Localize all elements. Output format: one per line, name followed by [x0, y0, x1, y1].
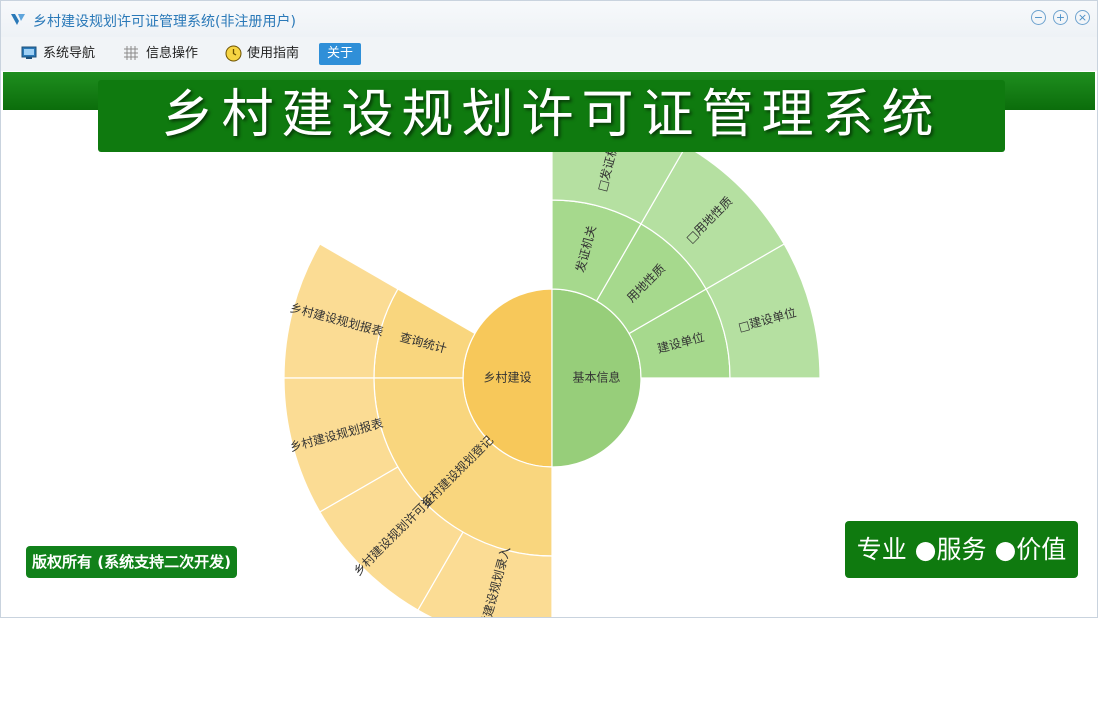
menu-about[interactable]: 关于: [319, 43, 362, 65]
node-village-construction-label: 乡村建设: [483, 371, 531, 385]
app-logo-icon: [11, 14, 25, 25]
system-banner: 乡村建设规划许可证管理系统: [98, 80, 1005, 152]
menu-info-operation[interactable]: 信息操作: [124, 43, 204, 65]
slogan-badge: 专业 ●服务 ●价值: [845, 521, 1078, 578]
maximize-button[interactable]: +: [1053, 10, 1068, 25]
menu-label: 使用指南: [247, 46, 300, 61]
copyright-badge: 版权所有 (系统支持二次开发): [26, 546, 237, 578]
menu-user-guide[interactable]: 使用指南: [225, 43, 305, 65]
node-basic-info-label: 基本信息: [572, 370, 620, 385]
menu-label: 关于: [327, 46, 354, 61]
grid-icon: [124, 46, 138, 60]
title-bar: 乡村建设规划许可证管理系统(非注册用户) − + ×: [1, 1, 1097, 37]
monitor-icon: [21, 46, 37, 59]
menu-label: 系统导航: [43, 46, 96, 61]
minimize-button[interactable]: −: [1031, 10, 1046, 25]
menu-bar: 系统导航 信息操作 使用指南 关于: [1, 37, 1097, 71]
main-content: 乡村建设 查询统计 乡村建设规划登记 乡村建设规划报表 乡村建设规划报表 乡村建设规划许可…: [3, 72, 1095, 617]
window-title: 乡村建设规划许可证管理系统(非注册用户): [33, 14, 296, 30]
app-window: 乡村建设规划许可证管理系统(非注册用户) − + × 系统导航 信息操作 使用指…: [0, 0, 1098, 618]
close-button[interactable]: ×: [1075, 10, 1090, 25]
menu-label: 信息操作: [146, 46, 199, 61]
clock-icon: [225, 45, 242, 62]
menu-system-navigation[interactable]: 系统导航: [21, 43, 101, 65]
